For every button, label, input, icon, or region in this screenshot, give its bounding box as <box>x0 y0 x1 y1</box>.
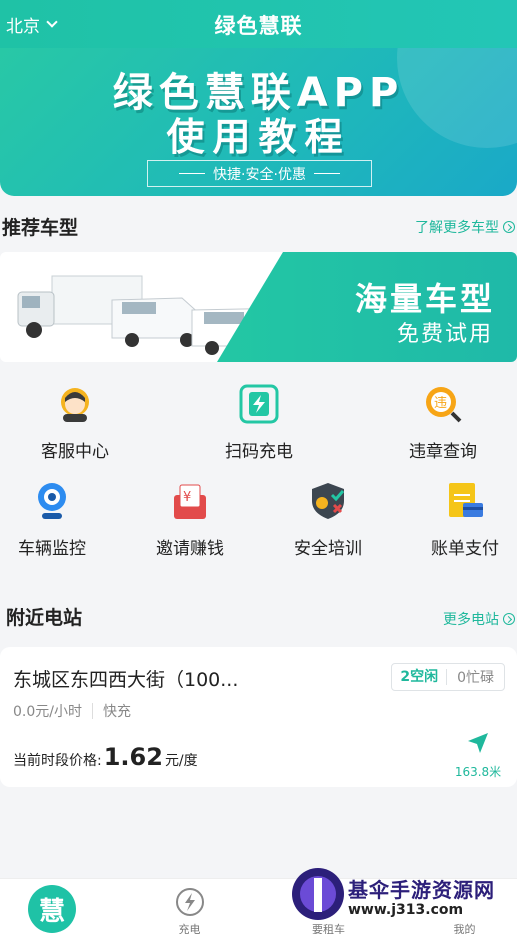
recommend-section-title: 推荐车型 <box>2 217 79 239</box>
invite-money-icon: ¥ <box>170 481 210 521</box>
nearby-section-title: 附近电站 <box>6 607 83 629</box>
price-label: 当前时段价格: <box>13 753 102 769</box>
camera-icon <box>32 481 72 521</box>
vehicle-promo-banner[interactable]: 海量车型 免费试用 <box>0 252 517 362</box>
violation-query-icon: 违 <box>423 384 463 424</box>
home-logo-icon: 慧 <box>28 885 76 933</box>
free-count: 2空闲 <box>392 669 448 685</box>
price-value: 1.62 <box>103 743 163 771</box>
promo-subtitle: 免费试用 <box>396 322 493 347</box>
grid-item-invite-money[interactable]: ¥ 邀请赚钱 <box>125 481 255 559</box>
station-meta: 0.0元/小时 快充 <box>13 701 131 721</box>
station-name: 东城区东四西大街（100... <box>13 669 239 691</box>
arrow-right-icon <box>503 221 515 233</box>
grid-label: 安全培训 <box>294 539 362 559</box>
grid-item-scan-charge[interactable]: 扫码充电 <box>194 384 324 462</box>
busy-count: 0忙碌 <box>457 670 494 686</box>
charge-type: 快充 <box>102 704 131 720</box>
grid-item-safety-training[interactable]: 安全培训 <box>263 481 393 559</box>
charge-bolt-icon <box>176 888 204 916</box>
more-vehicles-link[interactable]: 了解更多车型 <box>415 217 515 237</box>
banner-tagline-text: 快捷·安全·优惠 <box>213 166 306 183</box>
watermark-url: www.j313.com <box>348 902 464 918</box>
promo-title: 海量车型 <box>354 280 495 318</box>
station-distance: 163.8米 <box>454 765 502 779</box>
watermark-text: 基伞手游资源网 <box>348 878 495 902</box>
grid-item-bill-payment[interactable]: 账单支付 <box>400 481 517 559</box>
more-stations-label: 更多电站 <box>443 612 499 628</box>
banner-tagline: 快捷·安全·优惠 <box>147 160 372 187</box>
grid-label: 违章查询 <box>409 442 477 462</box>
station-card[interactable]: 东城区东四西大街（100... 2空闲 0忙碌 0.0元/小时 快充 当前时段价… <box>0 647 517 787</box>
parking-price: 0.0元/小时 <box>13 704 82 720</box>
svg-text:违: 违 <box>434 396 447 411</box>
top-bar: 北京 绿色慧联 <box>0 0 517 48</box>
app-title: 绿色慧联 <box>214 14 303 38</box>
current-price: 当前时段价格: 1.62 元/度 <box>13 743 198 771</box>
banner-subtitle: 使用教程 <box>166 115 351 159</box>
grid-item-violation-query[interactable]: 违 违章查询 <box>378 384 508 462</box>
bill-payment-icon <box>445 481 485 521</box>
grid-item-customer-service[interactable]: 客服中心 <box>10 384 140 462</box>
scan-charge-icon <box>239 384 279 424</box>
navigate-button[interactable]: 163.8米 <box>453 731 503 780</box>
watermark: 基伞手游资源网 www.j313.com <box>290 866 517 922</box>
tab-charge[interactable]: 充电 <box>125 879 254 934</box>
more-vehicles-label: 了解更多车型 <box>415 220 499 236</box>
grid-label: 车辆监控 <box>18 539 86 559</box>
grid-label: 邀请赚钱 <box>156 539 224 559</box>
more-stations-link[interactable]: 更多电站 <box>443 609 515 629</box>
svg-text:¥: ¥ <box>183 490 191 505</box>
customer-service-icon <box>55 384 95 424</box>
grid-label: 客服中心 <box>41 442 109 462</box>
tab-rent-label: 要租车 <box>312 923 345 934</box>
tab-mine-label: 我的 <box>453 923 476 934</box>
grid-item-vehicle-monitor[interactable]: 车辆监控 <box>0 481 117 559</box>
tutorial-banner[interactable]: 绿色慧联APP 使用教程 快捷·安全·优惠 <box>0 48 517 196</box>
grid-label: 扫码充电 <box>225 442 293 462</box>
tab-charge-label: 充电 <box>178 923 201 934</box>
safety-training-icon <box>308 481 348 521</box>
availability-badge: 2空闲 0忙碌 <box>391 663 505 691</box>
arrow-right-icon <box>503 613 515 625</box>
grid-label: 账单支付 <box>431 539 499 559</box>
watermark-logo-icon <box>292 868 344 920</box>
navigation-arrow-icon <box>468 733 488 753</box>
tab-home[interactable]: 慧 <box>0 879 129 934</box>
price-suffix: 元/度 <box>164 753 198 769</box>
